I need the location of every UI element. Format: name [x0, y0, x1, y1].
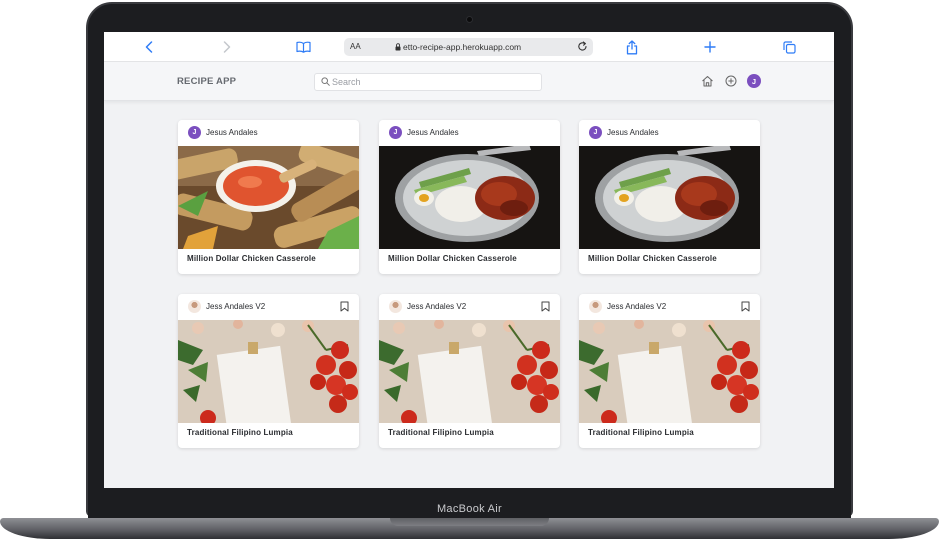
laptop-notch	[390, 518, 549, 526]
recipe-card[interactable]: J Jesus Andales Million Dollar Chicken C…	[379, 120, 560, 274]
share-button[interactable]	[624, 38, 640, 56]
author-avatar[interactable]	[589, 300, 602, 313]
chevron-left-icon	[145, 41, 153, 53]
card-header: J Jesus Andales	[178, 120, 359, 146]
card-header: J Jesus Andales	[579, 120, 760, 146]
search-input[interactable]	[332, 75, 537, 89]
recipe-title[interactable]: Traditional Filipino Lumpia	[388, 428, 494, 437]
recipe-paper-photo	[379, 320, 560, 423]
bookmark-icon[interactable]	[541, 301, 550, 312]
camera	[466, 16, 473, 23]
author-name[interactable]: Jesus Andales	[407, 128, 459, 137]
recipe-image[interactable]	[379, 320, 560, 423]
screen: AA etto-recipe-app.herokuapp.com RECIPE …	[104, 32, 834, 488]
author-avatar[interactable]: J	[589, 126, 602, 139]
forward-button[interactable]	[220, 38, 234, 56]
recipe-card[interactable]: Jess Andales V2 Traditional Filipino Lum…	[178, 294, 359, 448]
tabs-overview-button[interactable]	[781, 38, 797, 56]
search-icon	[321, 77, 330, 86]
recipe-card[interactable]: Jess Andales V2 Traditional Filipino Lum…	[579, 294, 760, 448]
recipe-title[interactable]: Million Dollar Chicken Casserole	[588, 254, 717, 263]
recipe-title[interactable]: Million Dollar Chicken Casserole	[388, 254, 517, 263]
author-name[interactable]: Jess Andales V2	[206, 302, 265, 311]
author-avatar[interactable]	[389, 300, 402, 313]
recipe-image[interactable]	[579, 320, 760, 423]
add-recipe-icon[interactable]	[725, 75, 737, 87]
plus-icon	[704, 41, 716, 53]
bookmarks-button[interactable]	[295, 38, 311, 56]
recipe-card[interactable]: Jess Andales V2 Traditional Filipino Lum…	[379, 294, 560, 448]
author-avatar[interactable]	[188, 300, 201, 313]
card-header: Jess Andales V2	[379, 294, 560, 320]
user-avatar[interactable]: J	[747, 74, 761, 88]
chevron-right-icon	[223, 41, 231, 53]
lock-icon	[395, 43, 401, 51]
recipe-paper-photo	[178, 320, 359, 423]
app-title[interactable]: RECIPE APP	[177, 76, 236, 87]
recipe-card[interactable]: J Jesus Andales Million Dollar Chicken C…	[579, 120, 760, 274]
app-header: RECIPE APP J	[104, 62, 834, 101]
tabs-icon	[782, 40, 796, 54]
browser-toolbar: AA etto-recipe-app.herokuapp.com	[104, 32, 834, 62]
lumpia-photo	[178, 146, 359, 249]
recipe-card[interactable]: J Jesus Andales Million Dollar Chicken C…	[178, 120, 359, 274]
url-text: etto-recipe-app.herokuapp.com	[403, 42, 522, 52]
home-icon[interactable]	[701, 75, 714, 87]
chicken-rice-photo	[379, 146, 560, 249]
address-bar[interactable]: AA etto-recipe-app.herokuapp.com	[344, 38, 593, 56]
back-button[interactable]	[142, 38, 156, 56]
recipe-paper-photo	[579, 320, 760, 423]
author-name[interactable]: Jesus Andales	[607, 128, 659, 137]
recipe-image[interactable]	[379, 146, 560, 249]
share-icon	[626, 39, 638, 54]
author-name[interactable]: Jess Andales V2	[607, 302, 666, 311]
card-header: J Jesus Andales	[379, 120, 560, 146]
author-avatar[interactable]: J	[188, 126, 201, 139]
author-avatar[interactable]: J	[389, 126, 402, 139]
brand-label: MacBook Air	[436, 503, 503, 515]
new-tab-button[interactable]	[703, 38, 717, 56]
card-header: Jess Andales V2	[178, 294, 359, 320]
bookmark-icon[interactable]	[340, 301, 349, 312]
author-name[interactable]: Jess Andales V2	[407, 302, 466, 311]
book-icon	[295, 41, 311, 53]
card-header: Jess Andales V2	[579, 294, 760, 320]
reload-icon[interactable]	[577, 41, 588, 52]
recipe-title[interactable]: Traditional Filipino Lumpia	[187, 428, 293, 437]
author-name[interactable]: Jesus Andales	[206, 128, 258, 137]
chicken-rice-photo	[579, 146, 760, 249]
recipe-image[interactable]	[178, 146, 359, 249]
recipe-title[interactable]: Million Dollar Chicken Casserole	[187, 254, 316, 263]
recipe-title[interactable]: Traditional Filipino Lumpia	[588, 428, 694, 437]
bookmark-icon[interactable]	[741, 301, 750, 312]
search-box[interactable]	[314, 73, 542, 91]
recipe-image[interactable]	[178, 320, 359, 423]
text-size-button[interactable]: AA	[350, 42, 361, 51]
recipe-image[interactable]	[579, 146, 760, 249]
